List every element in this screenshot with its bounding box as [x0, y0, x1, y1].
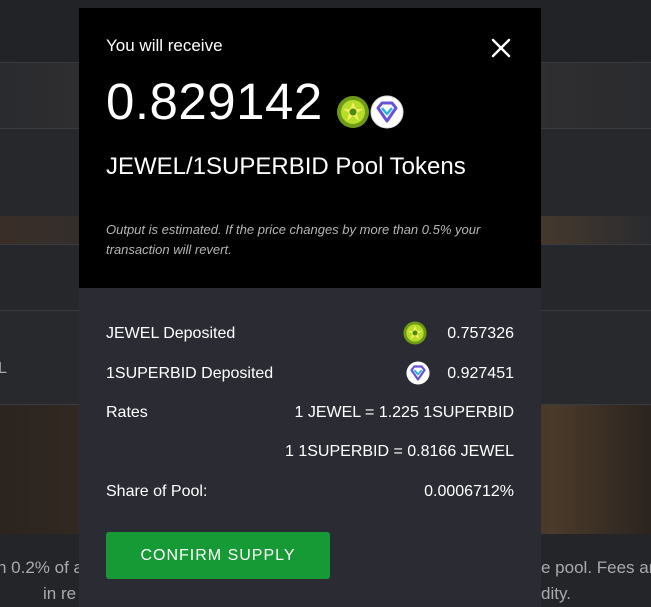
superbid-deposited-label: 1SUPERBID Deposited — [106, 365, 274, 382]
estimate-note: Output is estimated. If the price change… — [106, 222, 481, 257]
rates-label: Rates — [106, 404, 148, 421]
share-of-pool-label: Share of Pool: — [106, 483, 208, 500]
jewel-deposited-value: 0.757326 — [447, 325, 514, 342]
share-of-pool-value: 0.0006712% — [424, 483, 514, 500]
superbid-token-icon — [370, 95, 404, 129]
background-text: e pool. Fees ar — [541, 558, 651, 577]
superbid-token-icon — [406, 361, 430, 385]
jewel-token-icon — [337, 96, 369, 128]
confirm-supply-button[interactable]: CONFIRM SUPPLY — [106, 532, 330, 579]
superbid-deposited-value: 0.927451 — [447, 365, 514, 382]
rate-jewel-to-superbid: 1 JEWEL = 1.225 1SUPERBID — [294, 404, 514, 421]
modal-title: You will receive — [106, 36, 223, 55]
background-text: in re — [43, 584, 77, 603]
supply-confirmation-modal: You will receive 0.829142 JEWEL/1SUPERBI… — [79, 8, 541, 607]
pool-tokens-label: JEWEL/1SUPERBID Pool Tokens — [106, 153, 466, 180]
pool-token-icons — [335, 94, 405, 130]
background-letter: L — [0, 360, 7, 377]
close-icon[interactable] — [489, 36, 513, 60]
jewel-token-icon — [403, 321, 427, 345]
modal-header: You will receive 0.829142 JEWEL/1SUPERBI… — [79, 8, 541, 288]
background-text: dity. — [541, 584, 571, 603]
rate-superbid-to-jewel: 1 1SUPERBID = 0.8166 JEWEL — [285, 443, 514, 460]
background-text: n 0.2% of a — [0, 558, 84, 577]
receive-amount: 0.829142 — [106, 73, 323, 130]
jewel-deposited-label: JEWEL Deposited — [106, 325, 236, 342]
